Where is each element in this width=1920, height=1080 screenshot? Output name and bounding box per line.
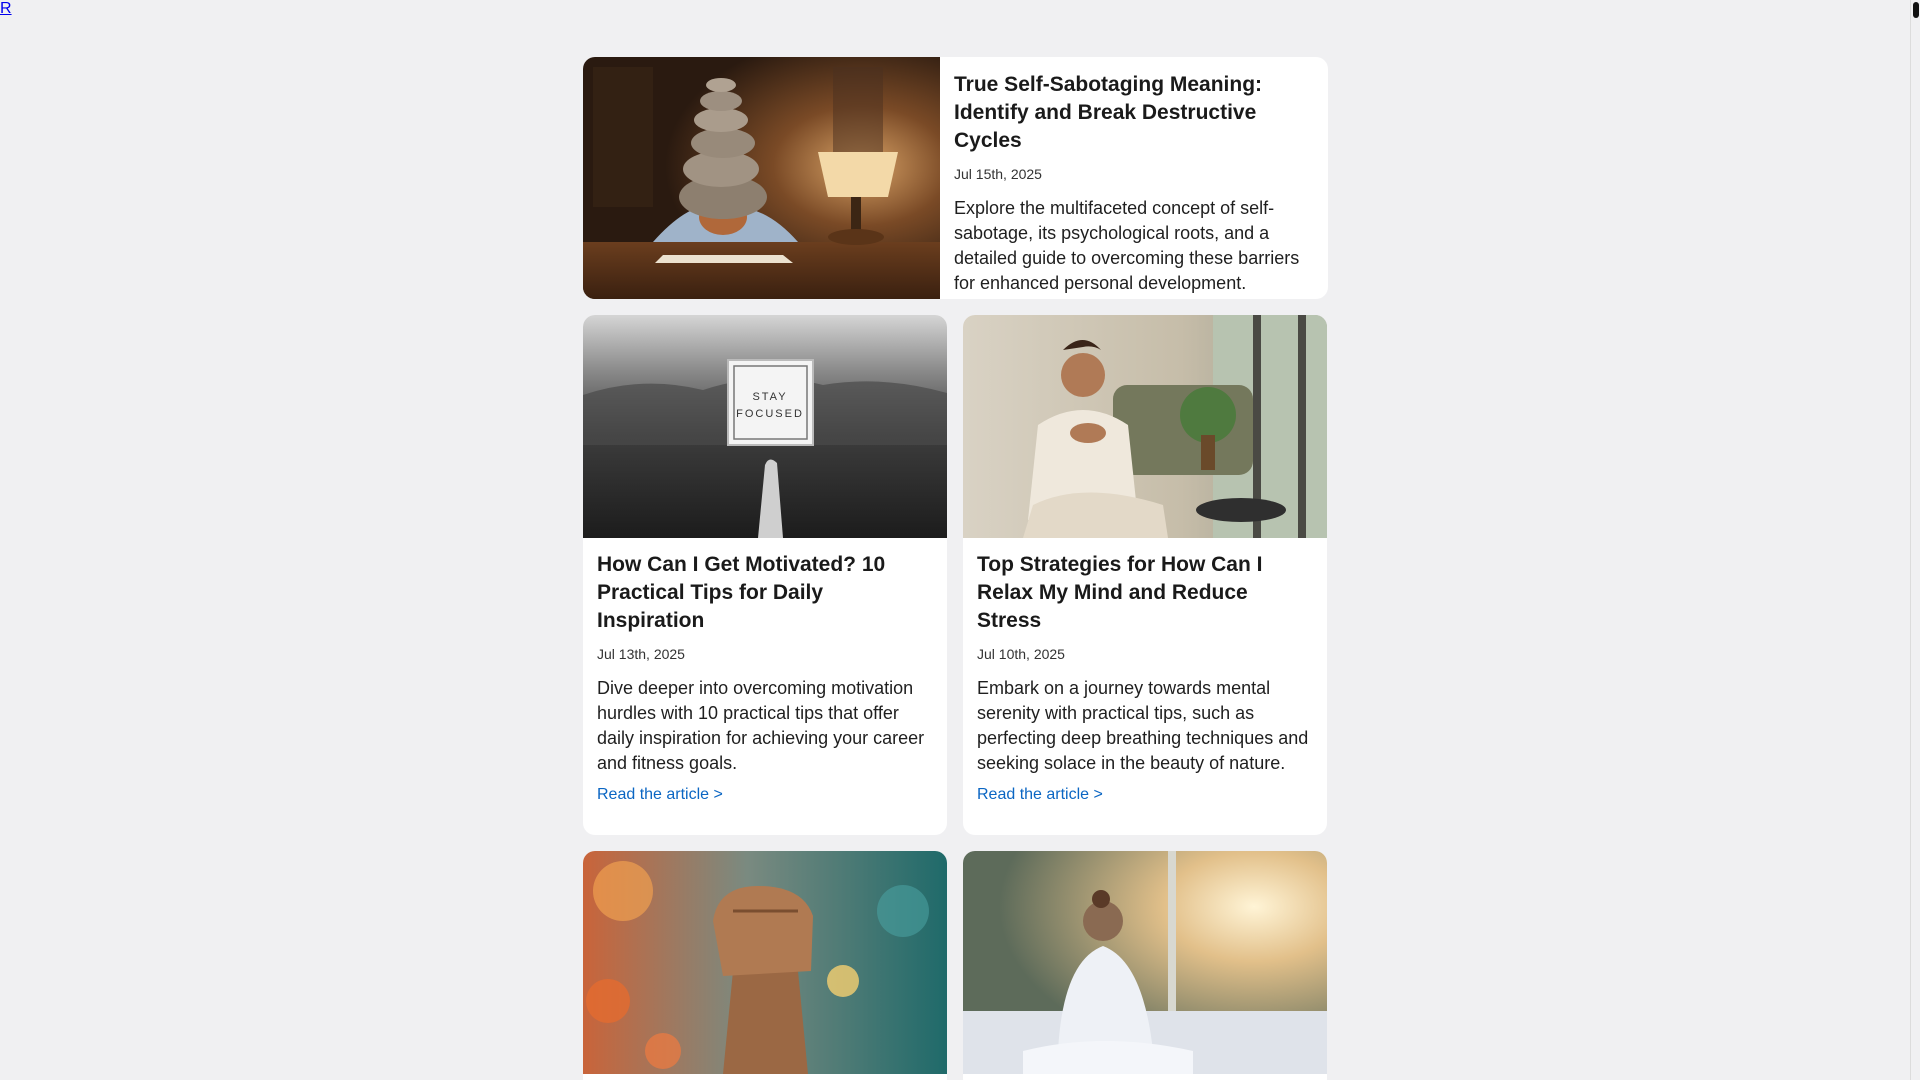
article-image-woman-breathing[interactable]: [963, 315, 1327, 538]
article-image-stay-focused[interactable]: STAY FOCUSED: [583, 315, 947, 538]
article-image-stacked-stones[interactable]: [583, 57, 940, 299]
page-scrollbar[interactable]: [1910, 0, 1920, 1080]
article-card[interactable]: [583, 851, 947, 1080]
sign-text-focused: FOCUSED: [736, 408, 804, 420]
read-article-link-featured[interactable]: R: [0, 0, 12, 17]
article-body: Top Strategies for How Can I Relax My Mi…: [977, 551, 1313, 806]
article-excerpt: Dive deeper into overcoming motivation h…: [597, 678, 925, 773]
article-body: How Can I Get Motivated? 10 Practical Ti…: [597, 551, 933, 806]
blog-feed-page: True Self-Sabotaging Meaning: Identify a…: [0, 0, 1920, 1080]
article-title[interactable]: True Self-Sabotaging Meaning: Identify a…: [954, 71, 1314, 155]
article-date: Jul 13th, 2025: [597, 646, 685, 662]
read-article-link[interactable]: Read the article >: [977, 784, 1103, 806]
article-card-featured[interactable]: True Self-Sabotaging Meaning: Identify a…: [583, 57, 1328, 299]
article-title[interactable]: Top Strategies for How Can I Relax My Mi…: [977, 551, 1313, 635]
article-date: Jul 15th, 2025: [954, 166, 1042, 182]
sign-text-stay: STAY: [752, 391, 787, 403]
article-card[interactable]: Top Strategies for How Can I Relax My Mi…: [963, 315, 1327, 835]
article-date: Jul 10th, 2025: [977, 646, 1065, 662]
article-title[interactable]: How Can I Get Motivated? 10 Practical Ti…: [597, 551, 933, 635]
read-article-link[interactable]: Read the article >: [597, 784, 723, 806]
article-excerpt: Embark on a journey towards mental seren…: [977, 678, 1309, 773]
article-card[interactable]: STAY FOCUSED How Can I Get Motivated? 10…: [583, 315, 947, 835]
article-card[interactable]: [963, 851, 1327, 1080]
article-image-raised-fist[interactable]: [583, 851, 947, 1074]
article-image-woman-window[interactable]: [963, 851, 1327, 1074]
scrollbar-thumb[interactable]: [1913, 2, 1919, 18]
article-excerpt: Explore the multifaceted concept of self…: [954, 198, 1300, 293]
article-body-featured: True Self-Sabotaging Meaning: Identify a…: [954, 71, 1314, 299]
